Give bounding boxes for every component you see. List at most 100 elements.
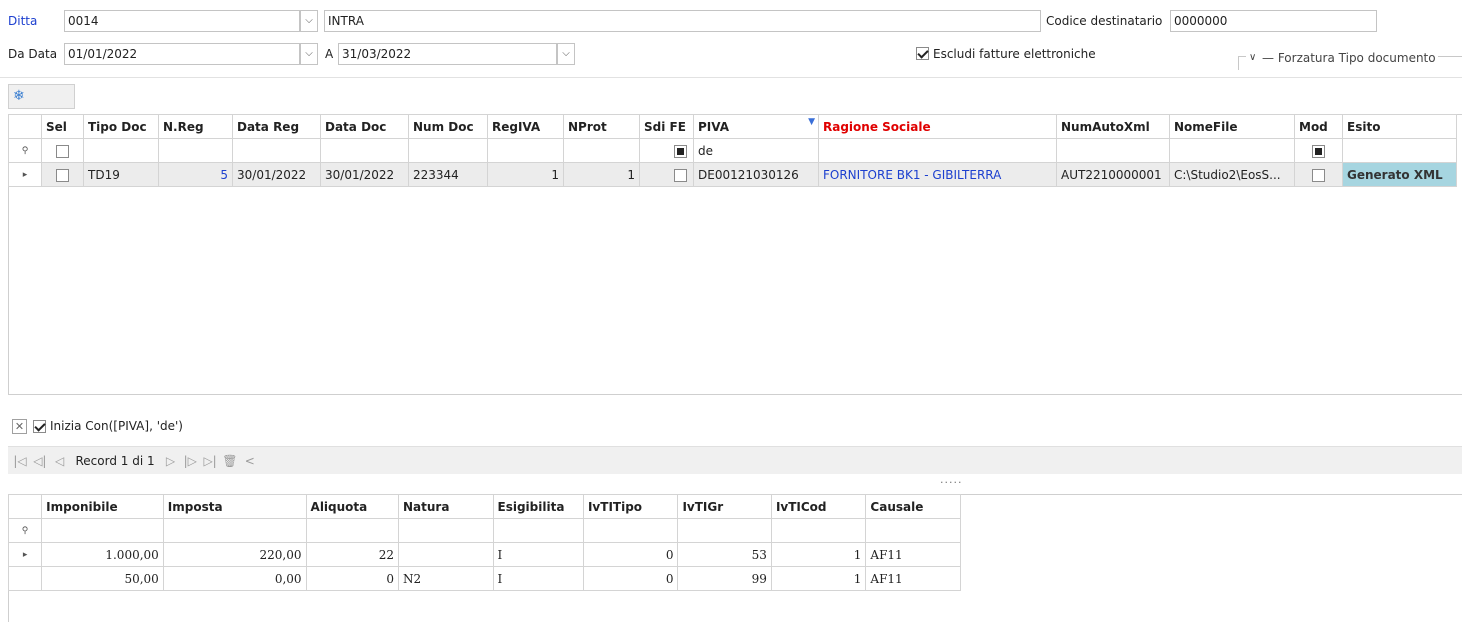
col-header-esito[interactable]: Esito [1342,114,1457,139]
row-mod-checkbox-cell[interactable] [1294,162,1343,187]
cell-ivtitipo[interactable]: 0 [582,542,679,567]
detail-filter-cell[interactable] [41,518,164,543]
col-header-reg-iva[interactable]: RegIVA [487,114,564,139]
row-sdi-fe-cell[interactable] [639,162,694,187]
filter-mod-checkbox[interactable] [1312,144,1325,158]
table-row[interactable]: 50,00 0,00 0 N2 I 0 99 1 AF11 [7,566,961,591]
col-header-causale[interactable]: Causale [865,494,961,519]
detail-filter-cell[interactable] [305,518,400,543]
cell-imponibile[interactable]: 50,00 [41,566,164,591]
cell-reg-iva[interactable]: 1 [487,162,564,187]
escludi-fatture-checkbox[interactable] [916,47,929,60]
filter-sel-checkbox[interactable] [56,144,69,158]
filter-cell-data-reg[interactable] [232,138,321,163]
prev-page-icon[interactable]: ◁| [32,452,48,470]
ditta-description-field[interactable]: INTRA [324,10,1041,32]
filter-cell-num-auto-xml[interactable] [1056,138,1170,163]
cell-nprot[interactable]: 1 [563,162,640,187]
cell-causale[interactable]: AF11 [865,566,961,591]
filter-cell-n-reg[interactable] [158,138,233,163]
row-sel-checkbox[interactable] [56,168,69,182]
filter-cell-nome-file[interactable] [1169,138,1295,163]
ditta-dropdown-button[interactable]: ⌵ [300,10,318,32]
col-header-num-doc[interactable]: Num Doc [408,114,488,139]
table-row[interactable]: ▸ 1.000,00 220,00 22 I 0 53 1 AF11 [7,542,961,567]
da-data-field[interactable]: 01/01/2022 [64,43,300,65]
scroll-left-icon[interactable]: < [242,452,258,470]
filter-cell-num-doc[interactable] [408,138,488,163]
col-header-n-reg[interactable]: N.Reg [158,114,233,139]
cell-natura[interactable] [398,542,494,567]
next-record-icon[interactable]: ▷ [162,452,178,470]
cell-data-reg[interactable]: 30/01/2022 [232,162,321,187]
cell-ivtitipo[interactable]: 0 [582,566,679,591]
col-header-aliquota[interactable]: Aliquota [305,494,400,519]
cell-ivtigr[interactable]: 99 [677,566,772,591]
col-header-piva[interactable]: PIVA ▼ [693,114,819,139]
row-sel-checkbox-cell[interactable] [41,162,84,187]
table-row[interactable]: ▸ TD19 5 30/01/2022 30/01/2022 223344 1 … [8,162,1457,187]
cell-num-auto-xml[interactable]: AUT2210000001 [1056,162,1170,187]
filter-sdi-fe-checkbox[interactable] [674,144,687,158]
filter-icon[interactable]: ▼ [808,116,815,128]
col-header-sdi-fe[interactable]: Sdi FE [639,114,694,139]
refresh-button[interactable]: ❄ [8,84,75,109]
splitter-handle[interactable]: ..... [940,474,970,488]
detail-filter-cell[interactable] [677,518,772,543]
cell-imponibile[interactable]: 1.000,00 [41,542,164,567]
filter-sel-checkbox-cell[interactable] [41,138,84,163]
col-header-data-doc[interactable]: Data Doc [320,114,409,139]
codice-destinatario-field[interactable]: 0000000 [1170,10,1377,32]
ditta-field[interactable]: 0014 [64,10,300,32]
cell-ivticod[interactable]: 1 [770,566,867,591]
col-header-nprot[interactable]: NProt [563,114,640,139]
cell-ragione-sociale[interactable]: FORNITORE BK1 - GIBILTERRA [818,162,1057,187]
cell-aliquota[interactable]: 0 [305,566,400,591]
cell-imposta[interactable]: 220,00 [162,542,307,567]
cell-piva[interactable]: DE00121030126 [693,162,819,187]
detail-filter-cell[interactable] [582,518,679,543]
cell-nome-file[interactable]: C:\Studio2\EosS... [1169,162,1295,187]
col-header-data-reg[interactable]: Data Reg [232,114,321,139]
clear-filter-button[interactable]: ✕ [12,419,27,434]
cell-tipo-doc[interactable]: TD19 [83,162,159,187]
detail-filter-cell[interactable] [865,518,961,543]
col-header-ivtitipo[interactable]: IvTITipo [582,494,679,519]
filter-cell-piva[interactable]: de [693,138,819,163]
row-sdi-fe-checkbox[interactable] [674,168,687,182]
cell-ivticod[interactable]: 1 [770,542,867,567]
filter-cell-reg-iva[interactable] [487,138,564,163]
da-data-dropdown-button[interactable]: ⌵ [300,43,318,65]
next-page-icon[interactable]: |▷ [182,452,198,470]
filter-cell-nprot[interactable] [563,138,640,163]
a-data-field[interactable]: 31/03/2022 [338,43,557,65]
cell-num-doc[interactable]: 223344 [408,162,488,187]
prev-record-icon[interactable]: ◁ [52,452,68,470]
cell-causale[interactable]: AF11 [865,542,961,567]
filter-cell-tipo-doc[interactable] [83,138,159,163]
cell-imposta[interactable]: 0,00 [162,566,307,591]
filter-expression[interactable]: Inizia Con([PIVA], 'de') [50,416,183,436]
cell-esito[interactable]: Generato XML [1342,162,1457,187]
col-header-mod[interactable]: Mod [1294,114,1343,139]
cell-data-doc[interactable]: 30/01/2022 [320,162,409,187]
a-data-dropdown-button[interactable]: ⌵ [557,43,575,65]
ditta-label[interactable]: Ditta [8,11,37,31]
cell-esigibilita[interactable]: I [492,542,584,567]
filter-cell-esito[interactable] [1342,138,1457,163]
col-header-ragione-sociale[interactable]: Ragione Sociale [818,114,1057,139]
filter-enabled-checkbox[interactable] [33,420,46,433]
col-header-esigibilita[interactable]: Esigibilita [492,494,584,519]
col-header-tipo-doc[interactable]: Tipo Doc [83,114,159,139]
cell-ivtigr[interactable]: 53 [677,542,772,567]
filter-cell-ragione-sociale[interactable] [818,138,1057,163]
filter-mod-cell[interactable] [1294,138,1343,163]
detail-filter-cell[interactable] [398,518,494,543]
col-header-sel[interactable]: Sel [41,114,84,139]
cell-natura[interactable]: N2 [398,566,494,591]
filter-cell-data-doc[interactable] [320,138,409,163]
detail-filter-cell[interactable] [492,518,584,543]
chevron-down-icon[interactable]: ∨ [1249,48,1256,68]
cell-aliquota[interactable]: 22 [305,542,400,567]
col-header-ivtigr[interactable]: IvTIGr [677,494,772,519]
